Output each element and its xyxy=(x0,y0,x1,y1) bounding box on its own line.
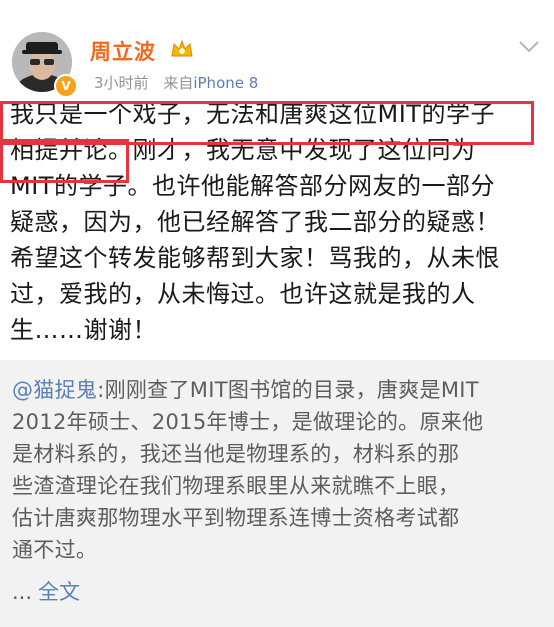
verified-badge-icon: V xyxy=(54,74,78,98)
post-meta: 3小时前 来自iPhone 8 xyxy=(94,72,258,93)
full-text-row: ... 全文 xyxy=(12,576,80,606)
repost-line: 估计唐爽那物理水平到物理系连博士资格考试都 xyxy=(12,506,460,530)
repost-line: 通不过。 xyxy=(12,538,98,562)
post-time: 3小时前 xyxy=(94,74,149,92)
mention-link[interactable]: @猫捉鬼 xyxy=(12,378,97,402)
post-header: V 周立波 3小时前 来自iPhone 8 xyxy=(0,0,554,100)
repost-line: 是材料系的，我还当他是物理系的，材料系的那 xyxy=(12,442,460,466)
repost-text: @猫捉鬼:刚刚查了MIT图书馆的目录，唐爽是MIT 2012年硕士、2015年博… xyxy=(12,374,546,566)
post-line: 希望这个转发能够帮到大家！骂我的，从未恨 xyxy=(10,244,500,272)
post-line: 疑惑，因为，他已经解答了我二部分的疑惑！ xyxy=(10,208,500,236)
post-line: 相提并论。刚才，我无意中发现了这位同为 xyxy=(10,136,476,164)
source-device[interactable]: iPhone 8 xyxy=(193,74,258,92)
full-text-link[interactable]: 全文 xyxy=(38,580,80,604)
post-line: 我只是一个戏子，无法和唐爽这位MIT的学子 xyxy=(10,100,495,128)
repost-card[interactable]: @猫捉鬼:刚刚查了MIT图书馆的目录，唐爽是MIT 2012年硕士、2015年博… xyxy=(0,360,554,627)
repost-line: 些渣渣理论在我们物理系眼里从来就瞧不上眼， xyxy=(12,474,460,498)
repost-line-text: :刚刚查了MIT图书馆的目录，唐爽是MIT xyxy=(97,378,479,402)
post-line: 过，爱我的，从未悔过。也许这就是我的人 xyxy=(10,280,476,308)
ellipsis: ... xyxy=(12,580,33,604)
repost-line: 2012年硕士、2015年博士，是做理论的。原来他 xyxy=(12,410,484,434)
chevron-down-icon[interactable] xyxy=(518,40,540,54)
source-label: 来自 xyxy=(163,74,194,92)
post-line: 生……谢谢！ xyxy=(10,316,157,344)
post-text: 我只是一个戏子，无法和唐爽这位MIT的学子 相提并论。刚才，我无意中发现了这位同… xyxy=(10,96,550,348)
repost-line: @猫捉鬼:刚刚查了MIT图书馆的目录，唐爽是MIT xyxy=(12,374,546,406)
crown-badge-icon[interactable] xyxy=(170,38,194,60)
post-line: MIT的学子。也许他能解答部分网友的一部分 xyxy=(10,172,495,200)
username[interactable]: 周立波 xyxy=(90,36,156,66)
